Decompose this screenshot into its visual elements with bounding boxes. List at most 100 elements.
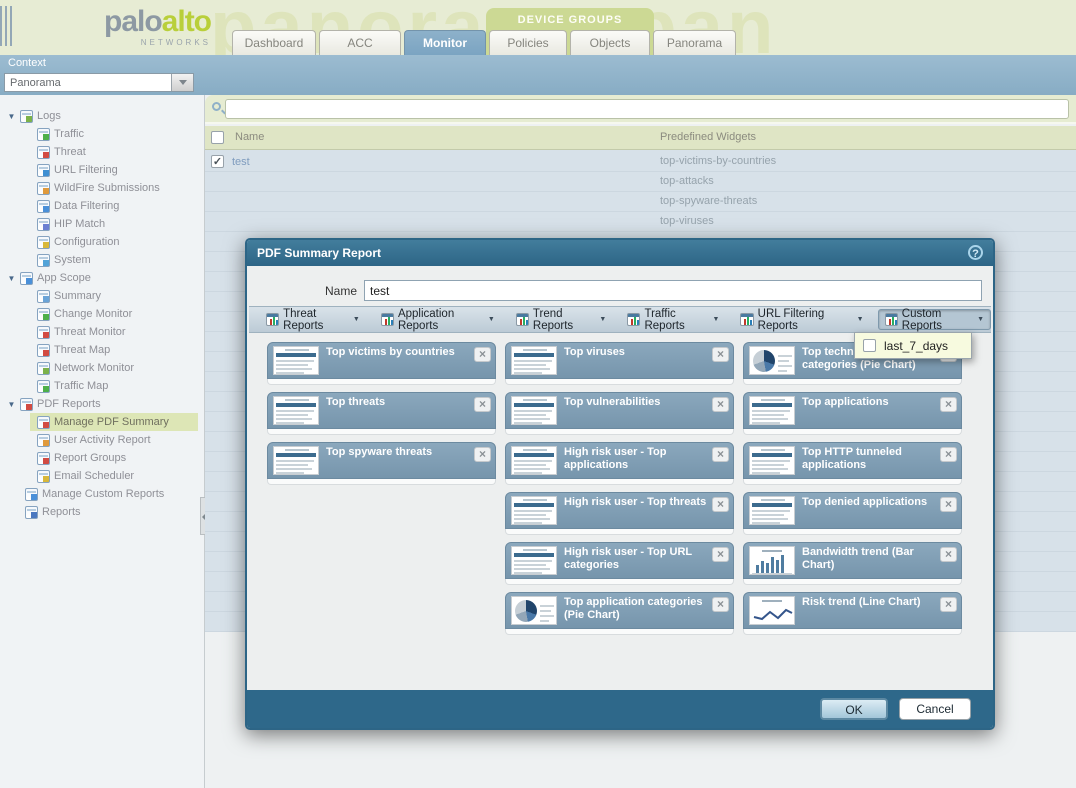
widget-card[interactable]: Risk trend (Line Chart)× [743, 592, 962, 635]
context-select[interactable]: Panorama [4, 73, 194, 92]
sidebar-item-summary[interactable]: Summary [0, 287, 204, 305]
sidebar-item-system[interactable]: System [0, 251, 204, 269]
sidebar-item-configuration[interactable]: Configuration [0, 233, 204, 251]
tab-panorama[interactable]: Panorama [653, 30, 736, 55]
menu-item-checkbox[interactable] [863, 339, 876, 352]
collapse-icon[interactable]: ▼ [7, 274, 16, 283]
sidebar-item-logs[interactable]: ▼Logs [0, 107, 204, 125]
sidebar-item-change-monitor[interactable]: Change Monitor [0, 305, 204, 323]
trend-reports-menu-button[interactable]: Trend Reports▼ [509, 309, 614, 330]
column-header-predefined-widgets[interactable]: Predefined Widgets [660, 131, 756, 143]
traffic-map-icon [37, 380, 50, 393]
sidebar-item-app-scope[interactable]: ▼App Scope [0, 269, 204, 287]
traffic-reports-menu-button[interactable]: Traffic Reports▼ [620, 309, 726, 330]
context-select-value: Panorama [5, 77, 171, 89]
widget-card[interactable]: High risk user - Top URL categories× [505, 542, 734, 585]
remove-widget-button[interactable]: × [712, 597, 729, 612]
widget-card[interactable]: Top spyware threats× [267, 442, 496, 485]
url-filtering-reports-menu-button[interactable]: URL Filtering Reports▼ [733, 309, 870, 330]
report-name-input[interactable] [364, 280, 982, 301]
widget-card[interactable]: Top vulnerabilities× [505, 392, 734, 435]
wildfire-submissions-icon [37, 182, 50, 195]
remove-widget-button[interactable]: × [712, 497, 729, 512]
remove-widget-button[interactable]: × [474, 347, 491, 362]
remove-widget-button[interactable]: × [474, 397, 491, 412]
threat-reports-menu-button[interactable]: Threat Reports▼ [259, 309, 367, 330]
remove-widget-button[interactable]: × [712, 547, 729, 562]
threat-monitor-icon [37, 326, 50, 339]
tab-objects[interactable]: Objects [570, 30, 650, 55]
remove-widget-button[interactable]: × [940, 397, 957, 412]
sidebar-item-manage-pdf-summary[interactable]: Manage PDF Summary [0, 413, 204, 431]
dialog-titlebar[interactable]: PDF Summary Report ? [247, 240, 993, 266]
report-chart-icon [381, 313, 394, 326]
widget-card[interactable]: Top HTTP tunneled applications× [743, 442, 962, 485]
widget-card[interactable]: Top victims by countries× [267, 342, 496, 385]
collapse-icon[interactable]: ▼ [7, 112, 16, 121]
sidebar-item-traffic[interactable]: Traffic [0, 125, 204, 143]
widget-card[interactable]: High risk user - Top threats× [505, 492, 734, 535]
sidebar-item-threat-monitor[interactable]: Threat Monitor [0, 323, 204, 341]
sidebar-item-hip-match[interactable]: HIP Match [0, 215, 204, 233]
chevron-down-icon: ▼ [599, 316, 606, 323]
widget-card[interactable]: Top threats× [267, 392, 496, 435]
sidebar-item-threat[interactable]: Threat [0, 143, 204, 161]
sidebar-item-manage-custom-reports[interactable]: Manage Custom Reports [0, 485, 204, 503]
custom-reports-menu-button[interactable]: Custom Reports▼ [878, 309, 991, 330]
system-icon [37, 254, 50, 267]
widget-card[interactable]: Bandwidth trend (Bar Chart)× [743, 542, 962, 585]
widget-card[interactable]: Top denied applications× [743, 492, 962, 535]
network-monitor-icon [37, 362, 50, 375]
application-reports-menu-button[interactable]: Application Reports▼ [374, 309, 502, 330]
search-icon [212, 102, 221, 111]
table-thumbnail-icon [749, 396, 795, 425]
sidebar-item-report-groups[interactable]: Report Groups [0, 449, 204, 467]
widget-card[interactable]: Top application categories (Pie Chart)× [505, 592, 734, 635]
remove-widget-button[interactable]: × [940, 597, 957, 612]
sidebar-item-user-activity-report[interactable]: User Activity Report [0, 431, 204, 449]
widget-list-item: top-viruses [660, 212, 714, 232]
sidebar-item-wildfire-submissions[interactable]: WildFire Submissions [0, 179, 204, 197]
pdf-reports-icon [20, 398, 33, 411]
chevron-down-icon: ▼ [857, 316, 864, 323]
sidebar-item-email-scheduler[interactable]: Email Scheduler [0, 467, 204, 485]
paloalto-logo-icon [55, 7, 96, 48]
widget-card[interactable]: Top viruses× [505, 342, 734, 385]
remove-widget-button[interactable]: × [712, 347, 729, 362]
sidebar-item-traffic-map[interactable]: Traffic Map [0, 377, 204, 395]
paloalto-logo: paloalto NETWORKS [55, 7, 211, 48]
help-icon[interactable]: ? [968, 245, 983, 260]
menu-item-last-7-days[interactable]: last_7_days [884, 339, 948, 353]
sidebar-item-reports[interactable]: Reports [0, 503, 204, 521]
tab-monitor[interactable]: Monitor [404, 30, 486, 55]
remove-widget-button[interactable]: × [712, 447, 729, 462]
collapse-icon[interactable]: ▼ [7, 400, 16, 409]
report-chart-icon [627, 313, 640, 326]
remove-widget-button[interactable]: × [474, 447, 491, 462]
column-header-name[interactable]: Name [235, 131, 264, 143]
ok-button[interactable]: OK [820, 698, 888, 720]
sidebar-item-data-filtering[interactable]: Data Filtering [0, 197, 204, 215]
remove-widget-button[interactable]: × [712, 397, 729, 412]
tab-policies[interactable]: Policies [489, 30, 567, 55]
context-select-arrow-icon[interactable] [171, 74, 193, 91]
tab-dashboard[interactable]: Dashboard [232, 30, 316, 55]
widget-title: Top victims by countries [326, 346, 471, 359]
row-checkbox[interactable]: ✓ [211, 155, 224, 168]
widget-card[interactable]: Top applications× [743, 392, 962, 435]
sidebar-item-pdf-reports[interactable]: ▼PDF Reports [0, 395, 204, 413]
remove-widget-button[interactable]: × [940, 447, 957, 462]
tab-acc[interactable]: ACC [319, 30, 401, 55]
remove-widget-button[interactable]: × [940, 497, 957, 512]
search-input[interactable] [225, 99, 1069, 119]
report-name-link[interactable]: test [232, 156, 250, 168]
context-label: Context [8, 57, 46, 69]
sidebar-item-url-filtering[interactable]: URL Filtering [0, 161, 204, 179]
sidebar-item-network-monitor[interactable]: Network Monitor [0, 359, 204, 377]
sidebar-item-threat-map[interactable]: Threat Map [0, 341, 204, 359]
cancel-button[interactable]: Cancel [899, 698, 971, 720]
remove-widget-button[interactable]: × [940, 547, 957, 562]
widget-card[interactable]: High risk user - Top applications× [505, 442, 734, 485]
select-all-checkbox[interactable] [211, 131, 224, 144]
table-thumbnail-icon [511, 546, 557, 575]
